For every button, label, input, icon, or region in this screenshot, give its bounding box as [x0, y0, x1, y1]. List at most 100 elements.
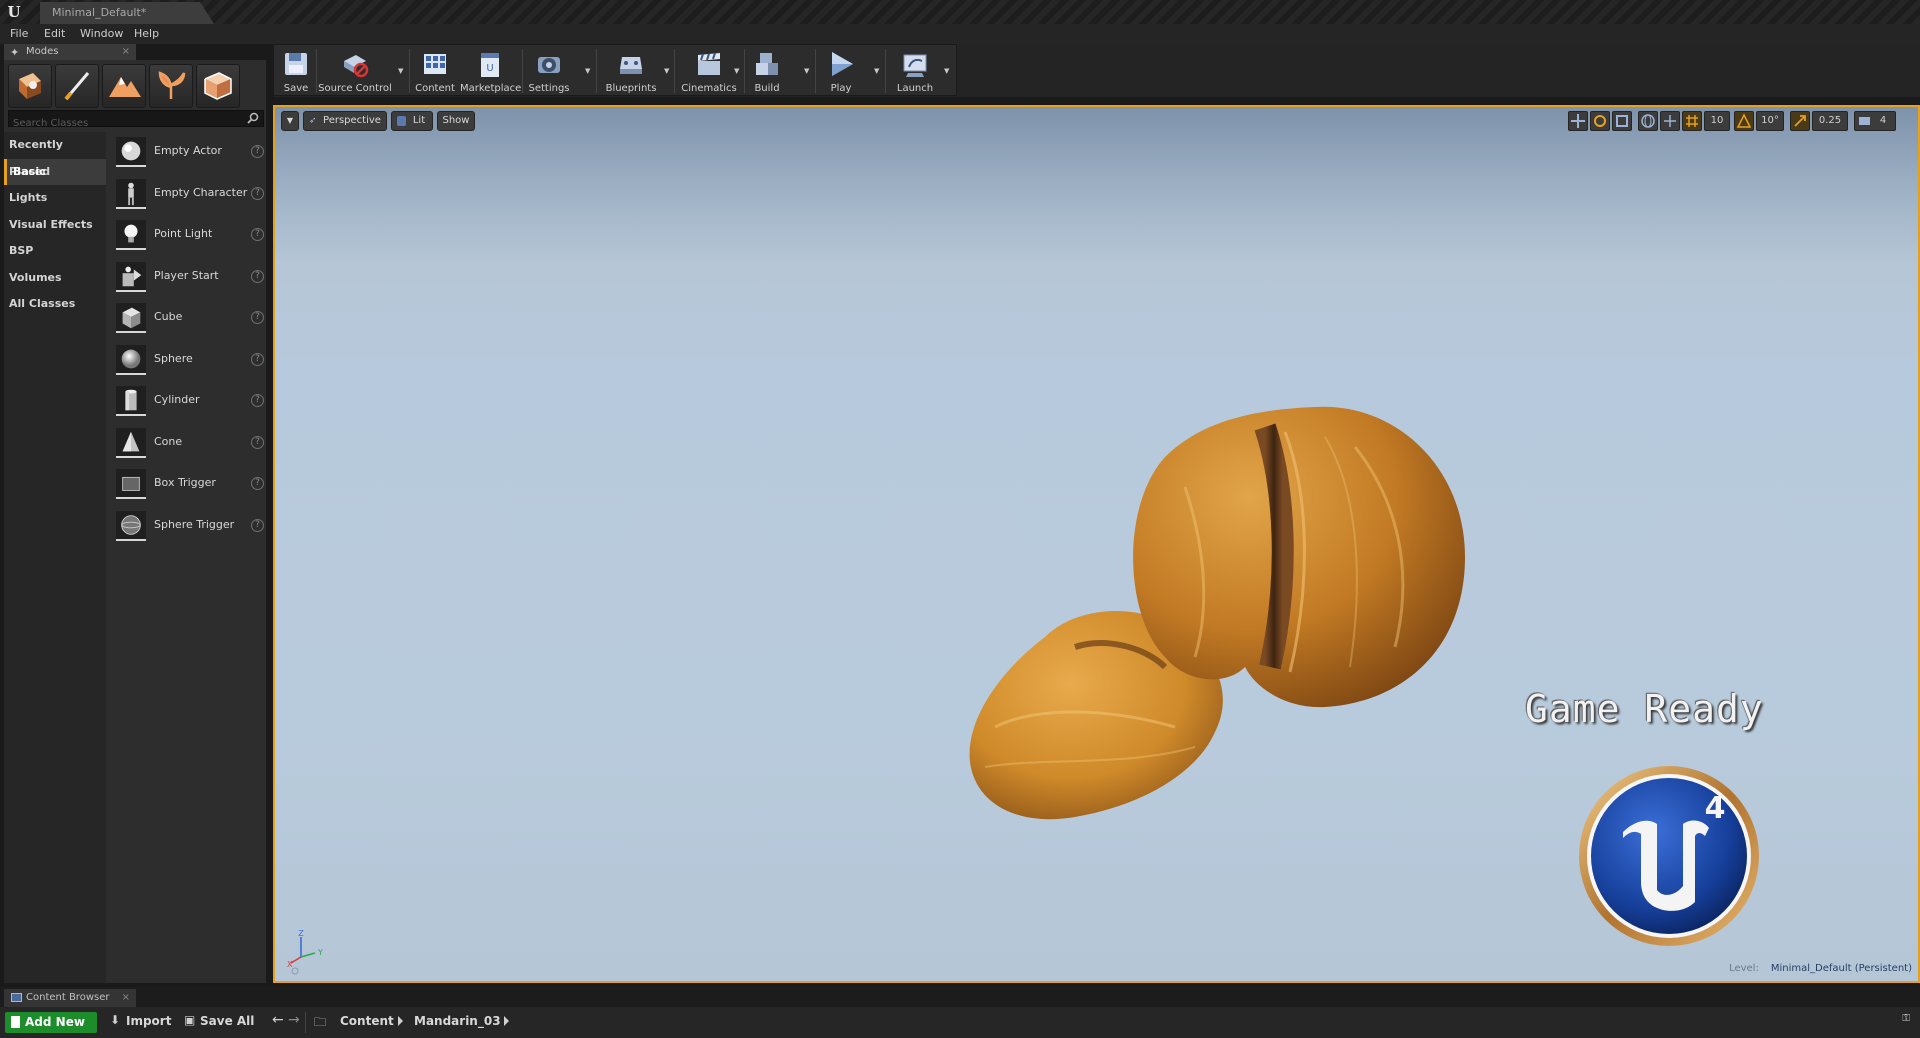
category-lights[interactable]: Lights [4, 185, 106, 212]
landscape-icon [109, 77, 141, 97]
close-icon[interactable]: × [122, 44, 130, 60]
rotate-tool-icon[interactable] [1590, 111, 1610, 131]
menu-window[interactable]: Window [80, 27, 123, 40]
marketplace-button[interactable]: U Marketplace [460, 45, 521, 97]
blueprints-dropdown-icon[interactable]: ▼ [664, 67, 672, 75]
show-button[interactable]: Show [437, 111, 475, 131]
source-control-button[interactable]: Source Control [318, 45, 392, 97]
help-icon[interactable]: ? [251, 228, 264, 241]
rotation-snap-value[interactable]: 10° [1756, 111, 1784, 131]
import-button[interactable]: Import [126, 1014, 171, 1028]
modes-tab[interactable]: ✦ Modes × [4, 44, 136, 60]
unreal-logo-icon[interactable]: U [4, 2, 24, 22]
viewport-options-button[interactable]: ▼ [281, 111, 299, 131]
scale-tool-icon[interactable] [1612, 111, 1632, 131]
launch-dropdown-icon[interactable]: ▼ [944, 67, 952, 75]
add-new-button[interactable]: Add New ▼ [5, 1012, 97, 1033]
content-button[interactable]: Content [412, 45, 458, 97]
back-arrow-icon[interactable]: ← [272, 1012, 284, 1028]
list-item-cylinder[interactable]: Cylinder ? [108, 381, 268, 423]
search-icon[interactable] [247, 112, 259, 124]
cinematics-dropdown-icon[interactable]: ▼ [734, 67, 742, 75]
save-all-button[interactable]: Save All [200, 1014, 254, 1028]
list-item-empty-character[interactable]: Empty Character ? [108, 174, 268, 216]
perspective-button[interactable]: Perspective ➶ [303, 111, 387, 131]
mandarin-model[interactable] [745, 347, 1485, 867]
list-item-point-light[interactable]: Point Light ? [108, 215, 268, 257]
save-button[interactable]: Save [278, 45, 314, 97]
cinematics-button[interactable]: Cinematics [676, 45, 742, 97]
help-icon[interactable]: ? [251, 435, 264, 449]
menu-file[interactable]: File [10, 27, 28, 40]
world-local-icon[interactable] [1638, 111, 1658, 131]
forward-arrow-icon[interactable]: → [288, 1012, 300, 1028]
source-control-dropdown-icon[interactable]: ▼ [398, 67, 406, 75]
search-classes-input[interactable] [9, 116, 245, 131]
toolbar-separator [305, 1012, 306, 1033]
close-icon[interactable]: × [122, 989, 130, 1007]
search-classes-field[interactable] [8, 110, 264, 131]
list-item-sphere[interactable]: Sphere ? [108, 340, 268, 382]
list-item-sphere-trigger[interactable]: Sphere Trigger ? [108, 506, 268, 548]
build-button[interactable]: Build [746, 45, 788, 97]
build-dropdown-icon[interactable]: ▼ [804, 67, 812, 75]
toolbar-separator [885, 49, 886, 93]
category-recently-placed[interactable]: Recently Placed [4, 132, 106, 178]
geometry-mode-button[interactable] [196, 64, 240, 108]
menu-edit[interactable]: Edit [44, 27, 65, 40]
settings-dropdown-icon[interactable]: ▼ [585, 67, 593, 75]
save-all-icon: ▣ [184, 1013, 196, 1027]
category-bsp[interactable]: BSP [4, 238, 106, 265]
surface-snap-icon[interactable] [1660, 111, 1680, 131]
help-icon[interactable]: ? [251, 186, 264, 200]
level-document-tab[interactable]: Minimal_Default* [40, 2, 214, 24]
help-icon[interactable]: ? [251, 477, 264, 490]
lock-icon[interactable]: ⚿ [1902, 1013, 1910, 1024]
help-icon[interactable]: ? [251, 394, 264, 407]
launch-button[interactable]: Launch [888, 45, 942, 97]
place-mode-button[interactable] [8, 64, 52, 108]
play-button[interactable]: Play [818, 45, 864, 97]
foliage-mode-button[interactable] [149, 64, 193, 108]
grid-snap-value[interactable]: 10 [1704, 111, 1730, 131]
breadcrumb-arrow-icon[interactable] [398, 1016, 403, 1026]
blueprints-button[interactable]: Blueprints [600, 45, 662, 97]
list-item-empty-actor[interactable]: Empty Actor ? [108, 132, 268, 174]
help-icon[interactable]: ? [251, 518, 264, 532]
help-icon[interactable]: ? [251, 352, 264, 366]
grid-snap-icon[interactable] [1682, 111, 1702, 131]
category-volumes[interactable]: Volumes [4, 265, 106, 292]
paintbrush-icon [64, 72, 90, 101]
list-item-box-trigger[interactable]: Box Trigger ? [108, 464, 268, 506]
category-visual-effects[interactable]: Visual Effects [4, 212, 106, 239]
landscape-mode-button[interactable] [102, 64, 146, 108]
scale-snap-icon[interactable] [1790, 111, 1810, 131]
settings-button[interactable]: Settings [526, 45, 572, 97]
save-label: Save [283, 83, 309, 94]
breadcrumb-content[interactable]: Content [340, 1014, 394, 1028]
folder-icon: 🗀 [314, 1015, 327, 1029]
play-label: Play [830, 83, 852, 94]
category-all-classes[interactable]: All Classes [4, 291, 106, 318]
list-item-player-start[interactable]: Player Start ? [108, 257, 268, 299]
help-icon[interactable]: ? [251, 145, 264, 158]
lit-button[interactable]: Lit [391, 111, 433, 131]
rotation-snap-icon[interactable] [1734, 111, 1754, 131]
play-dropdown-icon[interactable]: ▼ [874, 67, 882, 75]
help-icon[interactable]: ? [251, 269, 264, 283]
paint-mode-button[interactable] [55, 64, 99, 108]
camera-speed-button[interactable]: 4 [1854, 111, 1896, 131]
translate-tool-icon[interactable] [1568, 111, 1588, 131]
scale-snap-value[interactable]: 0.25 [1812, 111, 1848, 131]
help-icon[interactable]: ? [251, 311, 264, 324]
list-item-cube[interactable]: Cube ? [108, 298, 268, 340]
list-item-cone[interactable]: Cone ? [108, 423, 268, 465]
breadcrumb-arrow-icon[interactable] [504, 1016, 509, 1026]
show-label: Show [442, 115, 470, 126]
level-viewport[interactable]: ▼ Perspective ➶ Lit Show 10 10° 0.25 4 G… [273, 105, 1920, 983]
clapperboard-icon [698, 52, 720, 75]
content-browser-tab[interactable]: Content Browser × [4, 989, 136, 1007]
breadcrumb-mandarin-03[interactable]: Mandarin_03 [414, 1014, 501, 1028]
menu-help[interactable]: Help [134, 27, 159, 40]
category-basic[interactable]: Basic [4, 158, 106, 185]
